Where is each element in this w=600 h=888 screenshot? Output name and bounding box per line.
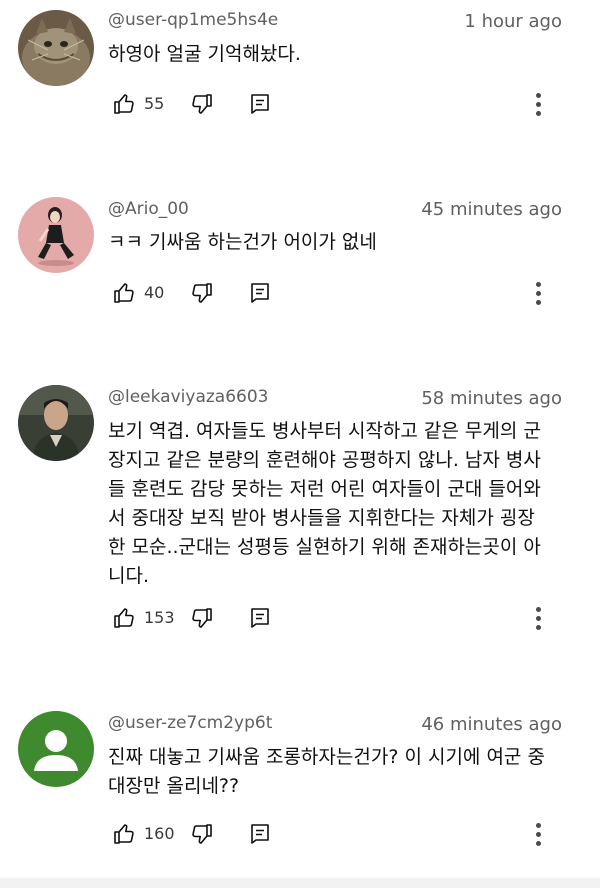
more-vert-icon [535, 822, 541, 828]
more-vert-icon-dot [535, 624, 541, 630]
dislike-button[interactable] [190, 821, 214, 847]
cat-photo-avatar [18, 10, 94, 86]
comment-timestamp[interactable]: 46 minutes ago [421, 714, 562, 735]
comment-text: 하영아 얼굴 기억해놨다. [108, 43, 301, 65]
reply-button[interactable] [248, 280, 272, 306]
reply-icon [251, 824, 269, 844]
thumb-up-icon [114, 824, 134, 844]
reply-button[interactable] [248, 821, 272, 847]
avatar[interactable] [18, 197, 94, 273]
comment-author[interactable]: @user-qp1me5hs4e [108, 10, 278, 30]
comment-timestamp[interactable]: 58 minutes ago [421, 388, 562, 409]
more-vert-icon-dot [535, 299, 541, 305]
default-user-icon [18, 711, 94, 787]
like-button[interactable]: 55 [112, 91, 164, 117]
like-count: 153 [144, 608, 175, 627]
bottom-divider [0, 878, 600, 888]
more-vert-icon-dot [535, 615, 541, 621]
thumb-down-icon [192, 824, 212, 844]
more-options-button[interactable] [526, 89, 550, 119]
comment-text: 진짜 대놓고 기싸움 조롱하자는건가? 이 시기에 여군 중 대장만 올리네?? [108, 746, 545, 797]
reply-icon [251, 94, 269, 114]
dislike-button[interactable] [190, 91, 214, 117]
more-options-button[interactable] [526, 278, 550, 308]
avatar[interactable] [18, 711, 94, 787]
girl-photo-avatar [18, 197, 94, 273]
more-vert-icon-dot [535, 101, 541, 107]
more-options-button[interactable] [526, 819, 550, 849]
thumb-up-icon [114, 283, 134, 303]
like-count: 55 [144, 94, 165, 113]
comment-actions: 153 [112, 605, 552, 631]
comment-text: 보기 역겹. 여자들도 병사부터 시작하고 같은 무게의 군 장지고 같은 분량… [108, 420, 541, 587]
reply-icon [251, 608, 269, 628]
avatar[interactable] [18, 10, 94, 86]
more-vert-icon-dot [535, 290, 541, 296]
like-button[interactable]: 40 [112, 280, 164, 306]
thumb-up-icon [114, 608, 134, 628]
dislike-button[interactable] [190, 605, 214, 631]
more-vert-icon [535, 92, 541, 98]
more-options-button[interactable] [526, 603, 550, 633]
comment-timestamp[interactable]: 1 hour ago [464, 11, 562, 32]
more-vert-icon-dot [535, 840, 541, 846]
thumb-down-icon [192, 608, 212, 628]
avatar[interactable] [18, 385, 94, 461]
like-count: 40 [144, 283, 165, 302]
comment-author[interactable]: @Ario_00 [108, 199, 189, 219]
like-button[interactable]: 160 [112, 821, 175, 847]
more-vert-icon-dot [535, 831, 541, 837]
reply-button[interactable] [248, 605, 272, 631]
reply-icon [251, 283, 269, 303]
more-vert-icon [535, 281, 541, 287]
dislike-button[interactable] [190, 280, 214, 306]
man-photo-avatar [18, 385, 94, 461]
comment-text: ㅋㅋ 기싸움 하는건가 어이가 없네 [108, 231, 377, 253]
comment-actions: 40 [112, 280, 552, 306]
reply-button[interactable] [248, 91, 272, 117]
comment-timestamp[interactable]: 45 minutes ago [421, 199, 562, 220]
more-vert-icon-dot [535, 110, 541, 116]
comment-actions: 55 [112, 91, 552, 117]
more-vert-icon [535, 606, 541, 612]
thumb-down-icon [192, 283, 212, 303]
thumb-up-icon [114, 94, 134, 114]
comment-author[interactable]: @user-ze7cm2yp6t [108, 713, 272, 733]
like-button[interactable]: 153 [112, 605, 175, 631]
comment-author[interactable]: @leekaviyaza6603 [108, 387, 268, 407]
like-count: 160 [144, 824, 175, 843]
thumb-down-icon [192, 94, 212, 114]
comment-actions: 160 [112, 821, 552, 847]
